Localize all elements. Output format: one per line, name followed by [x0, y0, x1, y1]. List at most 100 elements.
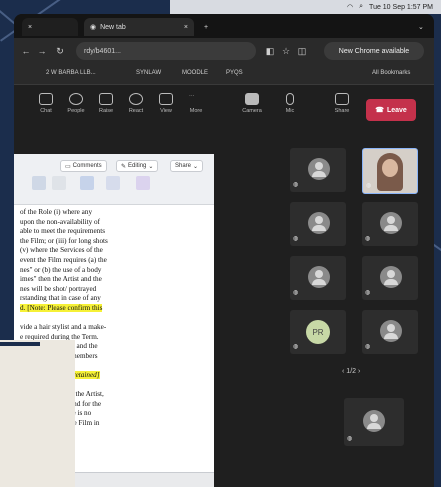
camera-icon[interactable]: ◧	[264, 45, 276, 57]
video-camera-icon	[245, 93, 259, 105]
document-line	[20, 314, 210, 324]
tab-label: New tab	[100, 23, 126, 31]
self-view-tile[interactable]: ◍	[344, 398, 404, 446]
forward-icon[interactable]: →	[36, 45, 48, 57]
extensions-icon[interactable]: ◫	[296, 45, 308, 57]
participant-tile[interactable]: ◍	[290, 148, 346, 192]
tab-meet[interactable]: ×	[22, 18, 78, 36]
chrome-icon: ◉	[90, 24, 97, 31]
comment-icon: ▭	[65, 163, 71, 170]
document-line-text: (v) where the Services of the	[20, 246, 103, 255]
document-line-text: imes" then the Artist and the	[20, 275, 102, 284]
smiley-icon	[129, 93, 143, 105]
document-line-text: able to meet the requirements	[20, 227, 106, 236]
chevron-down-icon: ⌄	[148, 163, 154, 170]
camera-button[interactable]: Camera	[240, 93, 264, 114]
avatar	[308, 212, 330, 234]
document-ribbon: ▭ Comments ✎ Editing ⌄ Share ⌄	[14, 154, 214, 205]
document-line-text: nes" or (b) the use of a body	[20, 265, 102, 274]
comments-button[interactable]: ▭ Comments	[60, 160, 107, 172]
phone-icon: ☎	[375, 107, 384, 114]
editing-button[interactable]: ✎ Editing ⌄	[116, 160, 159, 172]
document-line-text: nes will be shot/ portrayed	[20, 284, 97, 293]
tab-new[interactable]: ◉ New tab ×	[84, 18, 194, 36]
mic-button[interactable]: Mic	[278, 93, 302, 114]
view-button[interactable]: View	[154, 93, 178, 114]
search-icon[interactable]: ⌕	[359, 3, 363, 11]
chevron-right-icon[interactable]: ›	[358, 368, 360, 375]
share-doc-button[interactable]: Share ⌄	[170, 160, 204, 172]
wifi-icon[interactable]: ◠	[347, 3, 353, 11]
mic-off-icon: ◍	[366, 183, 372, 189]
url-input[interactable]: rdy/b4601...	[76, 42, 256, 60]
tab-bar: × ◉ New tab × + ⌄	[14, 14, 434, 38]
react-button[interactable]: React	[124, 93, 148, 114]
participant-tile[interactable]: ◍	[290, 202, 346, 246]
document-line-text: the Film; or (iii) for long shots	[20, 236, 108, 245]
tab-search-button[interactable]: ⌄	[412, 18, 430, 36]
gallery-pager[interactable]: ‹ 1/2 ›	[342, 368, 360, 375]
new-tab-button[interactable]: +	[198, 18, 216, 36]
meeting-toolbar: Chat People Raise React View ··· More Cam…	[14, 85, 434, 135]
chevron-down-icon: ⌄	[193, 163, 199, 170]
browser-window: × ◉ New tab × + ⌄ ← → ↻ rdy/b4601... ◧ ☆…	[14, 14, 434, 487]
document-line-text: rstanding that in case of any	[20, 294, 101, 303]
more-icon: ···	[189, 93, 195, 99]
bookmark-item[interactable]: 2 W BARBA LLB...	[46, 70, 96, 76]
reload-icon[interactable]: ↻	[54, 45, 66, 57]
close-icon[interactable]: ×	[184, 24, 188, 31]
bookmark-item[interactable]: PYQS	[226, 70, 243, 76]
document-line: event the Film requires (a) the	[20, 256, 210, 266]
editor-icon[interactable]	[136, 176, 150, 190]
participant-tile[interactable]: ◍	[362, 148, 418, 194]
bookmark-item[interactable]: MOODLE	[182, 70, 208, 76]
chevron-left-icon[interactable]: ‹	[342, 368, 344, 375]
avatar	[380, 266, 402, 288]
star-icon[interactable]: ☆	[280, 45, 292, 57]
address-bar: ← → ↻ rdy/b4601... ◧ ☆ ◫ New Chrome avai…	[14, 38, 434, 64]
people-button[interactable]: People	[64, 93, 88, 114]
close-icon[interactable]: ×	[28, 24, 32, 31]
participant-tile[interactable]: ◍	[362, 256, 418, 300]
document-line: (v) where the Services of the	[20, 246, 210, 256]
avatar	[308, 158, 330, 180]
mic-off-icon: ◍	[365, 236, 371, 242]
add-ins-icon[interactable]	[106, 176, 120, 190]
dictate-icon[interactable]	[80, 176, 94, 190]
document-line-text: upon the non-availability of	[20, 217, 101, 226]
bookmark-item[interactable]: SYNLAW	[136, 70, 161, 76]
participant-tile[interactable]: ◍	[362, 202, 418, 246]
all-bookmarks[interactable]: All Bookmarks	[372, 70, 410, 76]
document-line: nes" or (b) the use of a body	[20, 266, 210, 276]
avatar	[380, 320, 402, 342]
mic-off-icon: ◍	[347, 436, 353, 442]
participant-tile[interactable]: ◍	[362, 310, 418, 354]
document-line-text: d. [Note: Please confirm this	[20, 303, 103, 312]
share-button[interactable]: Share	[330, 93, 354, 114]
chat-icon	[39, 93, 53, 105]
grid-icon	[159, 93, 173, 105]
document-line-text: of the Role (i) where any	[20, 208, 93, 216]
document-line: rstanding that in case of any	[20, 294, 210, 304]
back-icon[interactable]: ←	[20, 45, 32, 57]
raise-button[interactable]: Raise	[94, 93, 118, 114]
document-line-text: event the Film requires (a) the	[20, 255, 107, 264]
overlay-panel	[0, 340, 75, 487]
document-line: vide a hair stylist and a make-	[20, 323, 210, 333]
mic-off-icon: ◍	[293, 344, 299, 350]
leave-button[interactable]: ☎ Leave	[366, 99, 416, 121]
bookmarks-bar: 2 W BARBA LLB... SYNLAW MOODLE PYQS All …	[14, 64, 434, 85]
participant-tile[interactable]: ◍	[290, 256, 346, 300]
menubar-datetime[interactable]: Tue 10 Sep 1:57 PM	[369, 4, 433, 11]
styles-icon[interactable]	[32, 176, 46, 190]
find-icon[interactable]	[52, 176, 66, 190]
participant-tile[interactable]: PR ◍	[290, 310, 346, 354]
more-button[interactable]: ··· More	[184, 93, 208, 114]
mic-off-icon	[286, 93, 294, 105]
document-line: d. [Note: Please confirm this	[20, 303, 210, 314]
mic-off-icon: ◍	[365, 290, 371, 296]
participant-video-face	[382, 159, 398, 177]
new-chrome-available-button[interactable]: New Chrome available	[324, 42, 424, 60]
avatar	[380, 212, 402, 234]
chat-button[interactable]: Chat	[34, 93, 58, 114]
